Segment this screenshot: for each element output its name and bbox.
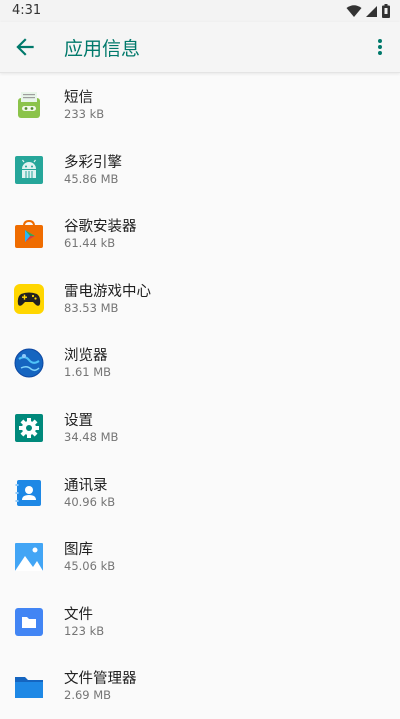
- browser-globe-icon: [14, 348, 44, 378]
- app-name: 多彩引擎: [64, 154, 122, 171]
- app-item-file-manager[interactable]: 文件管理器 2.69 MB: [0, 654, 400, 719]
- app-item-gallery[interactable]: 图库 45.06 kB: [0, 525, 400, 590]
- app-size: 61.44 kB: [64, 236, 116, 251]
- google-installer-icon: [15, 220, 43, 249]
- battery-icon: [382, 4, 390, 18]
- app-name: 通讯录: [64, 477, 108, 494]
- status-bar: 4:31: [0, 0, 400, 22]
- app-name: 图库: [64, 542, 93, 559]
- app-name: 设置: [64, 412, 93, 429]
- files-icon: [15, 607, 43, 636]
- status-time: 4:31: [12, 3, 42, 18]
- app-bar: 应用信息: [0, 22, 400, 73]
- app-item-browser[interactable]: 浏览器 1.61 MB: [0, 331, 400, 396]
- sms-icon: [18, 92, 40, 118]
- app-item-sms[interactable]: 短信 233 kB: [0, 73, 400, 138]
- page-title: 应用信息: [64, 38, 141, 60]
- contacts-icon: [15, 479, 41, 506]
- signal-icon: [366, 5, 377, 17]
- app-size: 83.53 MB: [64, 300, 119, 315]
- app-size: 34.48 MB: [64, 429, 119, 444]
- app-name: 短信: [64, 90, 93, 106]
- wifi-icon: [346, 4, 362, 17]
- app-size: 123 kB: [64, 623, 105, 638]
- app-list: 短信 233 kB 多彩引擎 45.86 MB 谷歌安装器 61.44 kB 雷…: [0, 73, 400, 719]
- app-item-colorful-engine[interactable]: 多彩引擎 45.86 MB: [0, 138, 400, 203]
- settings-gear-icon: [15, 413, 43, 442]
- app-name: 文件管理器: [64, 671, 137, 688]
- app-name: 浏览器: [64, 348, 108, 365]
- back-arrow-icon[interactable]: [12, 34, 38, 60]
- app-name: 谷歌安装器: [64, 219, 137, 236]
- app-item-google-installer[interactable]: 谷歌安装器 61.44 kB: [0, 202, 400, 267]
- app-item-game-center[interactable]: 雷电游戏中心 83.53 MB: [0, 267, 400, 332]
- gallery-icon: [15, 543, 43, 572]
- file-manager-icon: [15, 677, 43, 699]
- app-name: 雷电游戏中心: [64, 283, 151, 300]
- app-item-settings[interactable]: 设置 34.48 MB: [0, 396, 400, 461]
- gamepad-icon: [14, 283, 44, 314]
- more-vert-icon[interactable]: [370, 34, 390, 60]
- app-name: 文件: [64, 606, 93, 623]
- status-icons: [346, 4, 390, 18]
- app-size: 45.86 MB: [64, 171, 119, 186]
- app-item-files[interactable]: 文件 123 kB: [0, 590, 400, 655]
- app-item-contacts[interactable]: 通讯录 40.96 kB: [0, 461, 400, 526]
- app-size: 233 kB: [64, 107, 105, 121]
- app-size: 45.06 kB: [64, 559, 116, 574]
- app-size: 2.69 MB: [64, 688, 112, 703]
- app-size: 1.61 MB: [64, 365, 112, 380]
- app-size: 40.96 kB: [64, 494, 116, 509]
- android-icon: [15, 155, 43, 184]
